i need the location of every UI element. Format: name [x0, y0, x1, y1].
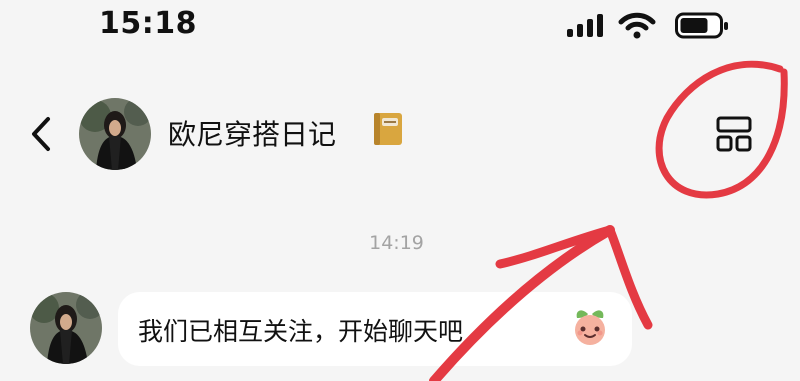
wifi-icon: [618, 12, 656, 39]
message-bubble[interactable]: 我们已相互关注，开始聊天吧: [118, 292, 632, 366]
notebook-icon: [374, 113, 402, 145]
avatar[interactable]: [79, 98, 151, 170]
layout-grid-icon: [716, 116, 752, 152]
message-timestamp: 14:19: [369, 232, 424, 254]
peach-face-icon: [575, 310, 605, 345]
chat-header: 欧尼穿搭日记: [0, 90, 800, 180]
chevron-left-icon: [32, 117, 50, 151]
avatar-photo: [30, 292, 102, 364]
signal-icon: [567, 14, 603, 37]
status-bar: 15:18: [0, 0, 800, 56]
message-text: 我们已相互关注，开始聊天吧: [138, 317, 464, 346]
chat-title: 欧尼穿搭日记: [168, 118, 337, 151]
sender-avatar[interactable]: [30, 292, 102, 364]
battery-icon: [675, 12, 728, 39]
status-time: 15:18: [99, 6, 197, 41]
message-row: 我们已相互关注，开始聊天吧: [0, 290, 800, 381]
avatar-photo: [79, 98, 151, 170]
layout-button[interactable]: [712, 112, 760, 156]
back-button[interactable]: [26, 114, 56, 154]
